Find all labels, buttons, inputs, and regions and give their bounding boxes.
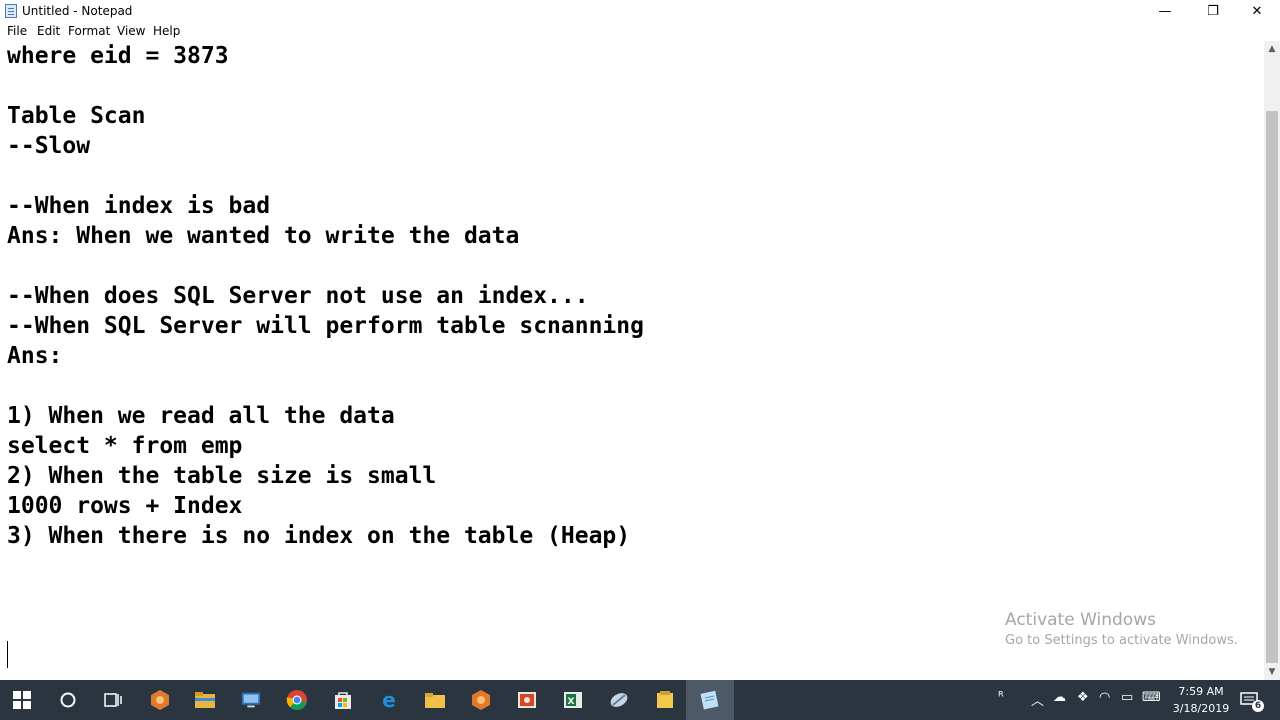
editor-line: Ans: [7,343,63,369]
menu-view[interactable]: View [117,24,145,38]
scroll-thumb[interactable] [1266,111,1278,663]
activation-watermark-subtitle: Go to Settings to activate Windows. [1005,633,1238,648]
people-icon[interactable]: ᴿ [998,690,1004,705]
edge-icon[interactable]: e [378,689,400,711]
editor-line: Ans: When we wanted to write the data [7,223,520,249]
notepad-icon[interactable] [699,689,721,711]
restore-button[interactable]: ❐ [1190,0,1236,22]
editor-line: --When index is bad [7,193,271,219]
editor-line: 1000 rows + Index [7,493,243,519]
menu-edit[interactable]: Edit [37,24,60,38]
sticky-app-icon[interactable] [654,689,676,711]
menu-help[interactable]: Help [153,24,180,38]
powerpoint-icon[interactable] [516,689,538,711]
close-button[interactable]: ✕ [1234,0,1280,22]
excel-icon[interactable]: X [562,689,584,711]
chevron-up-icon[interactable]: ︿ [1031,690,1044,709]
file-explorer-icon[interactable] [194,689,216,711]
minimize-button[interactable]: — [1142,0,1188,22]
editor-line: --Slow [7,133,91,159]
window-title: Untitled - Notepad [22,4,133,18]
svg-text:e: e [382,689,396,711]
editor-line: where eid = 3873 [7,43,229,69]
folder-icon[interactable] [424,689,446,711]
app-icon[interactable] [149,689,171,711]
editor-line: 1) When we read all the data [7,403,395,429]
editor-line: --When does SQL Server not use an index.… [7,283,589,309]
clock-date: 3/18/2019 [1172,702,1230,715]
windows-start-icon[interactable] [11,689,33,711]
menu-bar: File Edit Format View Help [0,22,1280,42]
sql-server-icon[interactable] [608,689,630,711]
activation-watermark-title: Activate Windows [1005,610,1156,630]
clock[interactable]: 7:59 AM 3/18/2019 [1170,683,1232,717]
dropbox-icon[interactable]: ❖ [1077,690,1089,705]
svg-text:X: X [568,697,575,707]
scroll-down-icon[interactable]: ▼ [1264,664,1280,680]
editor-line: 3) When there is no index on the table (… [7,523,631,549]
title-bar: Untitled - Notepad — ❐ ✕ [0,0,1280,22]
remote-desktop-icon[interactable] [240,689,262,711]
text-editor[interactable]: where eid = 3873 Table Scan --Slow --Whe… [0,41,1264,680]
store-icon[interactable] [332,689,354,711]
wifi-icon[interactable]: ◠ [1099,690,1110,705]
notification-badge: 6 [1252,700,1264,712]
cortana-search-icon[interactable] [57,689,79,711]
editor-line: Table Scan [7,103,146,129]
menu-file[interactable]: File [7,24,27,38]
editor-line: select * from emp [7,433,243,459]
vertical-scrollbar[interactable]: ▲ ▼ [1264,41,1280,680]
text-caret [7,641,8,668]
battery-icon[interactable]: ▭ [1121,690,1133,705]
keyboard-icon[interactable]: ⌨ [1142,690,1161,705]
scroll-up-icon[interactable]: ▲ [1264,41,1280,57]
notepad-icon [5,4,17,18]
editor-line: 2) When the table size is small [7,463,437,489]
editor-line: --When SQL Server will perform table scn… [7,313,644,339]
app-icon[interactable] [470,689,492,711]
onedrive-icon[interactable]: ☁ [1053,690,1066,705]
clock-time: 7:59 AM [1178,685,1224,698]
task-view-icon[interactable] [102,689,124,711]
menu-format[interactable]: Format [68,24,110,38]
chrome-icon[interactable] [286,689,308,711]
notification-center-icon[interactable]: 6 [1240,690,1264,712]
